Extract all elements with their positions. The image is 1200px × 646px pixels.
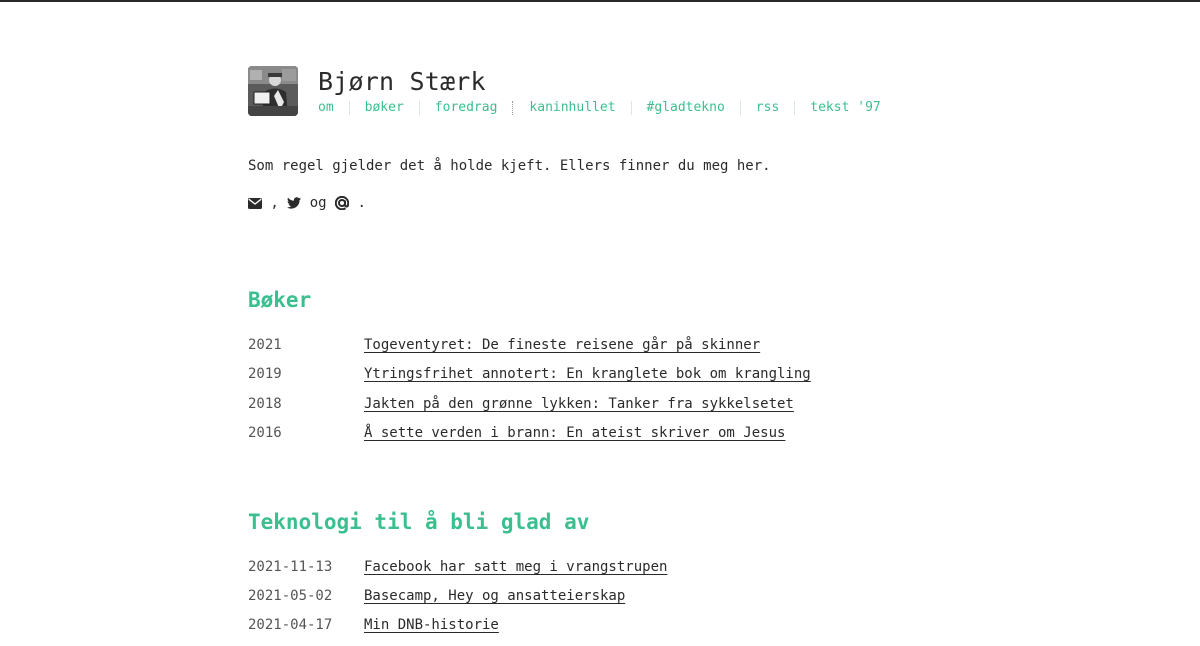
nav-item-foredrag[interactable]: foredrag (435, 100, 498, 116)
nav-item-rss[interactable]: rss (756, 100, 779, 116)
post-link[interactable]: Min DNB-historie (364, 616, 499, 634)
list-item: 2019 Ytringsfrihet annotert: En kranglet… (248, 365, 968, 394)
title-block: Bjørn Stærk om bøker foredrag kaninhulle… (318, 67, 881, 116)
post-link[interactable]: Basecamp, Hey og ansatteierskap (364, 587, 625, 605)
post-date: 2021-11-13 (248, 558, 333, 575)
nav-item-gladtekno[interactable]: #gladtekno (647, 100, 725, 116)
nav-separator (739, 101, 741, 115)
tech-post-list: 2021-11-13 Facebook har satt meg i vrang… (248, 558, 968, 646)
list-item: 2018 Jakten på den grønne lykken: Tanker… (248, 395, 968, 424)
book-year: 2019 (248, 366, 282, 383)
nav-separator (418, 101, 420, 115)
nav-item-tekst-97[interactable]: tekst '97 (810, 100, 880, 116)
social-links: , og . (248, 194, 968, 212)
tech-heading: Teknologi til å bli glad av (248, 509, 590, 534)
books-heading: Bøker (248, 288, 312, 312)
avatar-photo (248, 66, 298, 116)
book-year: 2021 (248, 337, 282, 353)
post-date: 2021-04-17 (248, 617, 333, 634)
book-link[interactable]: Ytringsfrihet annotert: En kranglete bok… (364, 365, 811, 383)
book-link[interactable]: Å sette verden i brann: En ateist skrive… (364, 424, 785, 442)
book-link[interactable]: Togeventyret: De fineste reisene går på … (364, 336, 760, 354)
period-text: . (349, 195, 366, 211)
comma-text: , (262, 195, 288, 211)
twitter-icon[interactable] (287, 197, 302, 209)
nav-item-boker[interactable]: bøker (365, 100, 404, 116)
list-item: 2021-04-17 Min DNB-historie (248, 616, 968, 645)
page-content: Bjørn Stærk om bøker foredrag kaninhulle… (248, 66, 968, 646)
book-year: 2016 (248, 425, 282, 442)
book-link[interactable]: Jakten på den grønne lykken: Tanker fra … (364, 395, 794, 413)
nav-item-kaninhullet[interactable]: kaninhullet (529, 100, 615, 116)
list-item: 2021-05-02 Basecamp, Hey og ansatteiersk… (248, 587, 968, 616)
mastodon-icon[interactable] (335, 196, 350, 210)
post-link[interactable]: Facebook har satt meg i vrangstrupen (364, 558, 667, 576)
site-header: Bjørn Stærk om bøker foredrag kaninhulle… (248, 66, 968, 120)
list-item: 2016 Å sette verden i brann: En ateist s… (248, 424, 968, 453)
books-list: 2021 Togeventyret: De fineste reisene gå… (248, 336, 968, 454)
intro-text: Som regel gjelder det å holde kjeft. Ell… (248, 158, 771, 174)
list-item: 2021 Togeventyret: De fineste reisene gå… (248, 336, 968, 365)
nav-separator (794, 101, 796, 115)
nav-separator (630, 101, 632, 115)
nav-item-om[interactable]: om (318, 100, 334, 116)
nav-separator (348, 101, 350, 115)
list-item: 2021-11-13 Facebook har satt meg i vrang… (248, 558, 968, 587)
site-title[interactable]: Bjørn Stærk (318, 67, 881, 97)
avatar[interactable] (248, 66, 298, 116)
main-nav: om bøker foredrag kaninhullet #gladtekno… (318, 100, 881, 116)
nav-separator (512, 101, 514, 115)
og-text: og (301, 195, 336, 211)
envelope-icon[interactable] (248, 197, 262, 209)
book-year: 2018 (248, 395, 282, 412)
post-date: 2021-05-02 (248, 587, 333, 604)
